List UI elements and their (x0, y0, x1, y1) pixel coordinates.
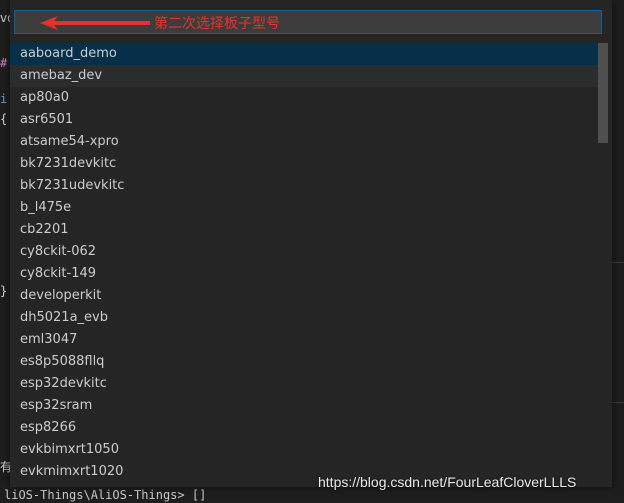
annotation-arrow-icon (40, 16, 150, 30)
terminal-fragment: 有 (0, 460, 10, 474)
quick-pick-item[interactable]: developerkit (10, 285, 608, 307)
quick-pick-item[interactable]: asr6501 (10, 109, 608, 131)
quick-pick-item[interactable]: bk7231devkitc (10, 153, 608, 175)
code-fragment-i: i (0, 92, 8, 106)
quick-pick-item[interactable]: aaboard_demo (10, 43, 608, 65)
quick-pick-item[interactable]: esp32sram (10, 395, 608, 417)
quick-pick-item[interactable]: esp8266 (10, 417, 608, 439)
code-fragment-open-brace: { (0, 112, 8, 126)
quick-pick-item[interactable]: esp32devkitc (10, 373, 608, 395)
quick-pick-item[interactable]: amebaz_dev (10, 65, 608, 87)
panel-divider (612, 262, 624, 263)
quick-pick-item[interactable]: bk7231udevkitc (10, 175, 608, 197)
quick-pick-list: aaboard_demo amebaz_dev ap80a0 asr6501 atsam… (10, 43, 608, 483)
quick-pick-item[interactable]: cb2201 (10, 219, 608, 241)
panel-divider (612, 402, 624, 403)
quick-pick-item[interactable]: evkbimxrt1050 (10, 439, 608, 461)
quick-pick-item[interactable]: ap80a0 (10, 87, 608, 109)
code-fragment-hash: # (0, 56, 8, 70)
annotation-label: 第二次选择板子型号 (154, 16, 280, 32)
code-fragment-close-brace: } (0, 284, 8, 298)
quick-pick-item[interactable]: cy8ckit-149 (10, 263, 608, 285)
quick-pick-item[interactable]: dh5021a_evb (10, 307, 608, 329)
watermark: https://blog.csdn.net/FourLeafCloverLLLS (318, 474, 577, 490)
quick-pick-item[interactable]: b_l475e (10, 197, 608, 219)
scrollbar-thumb[interactable] (598, 43, 608, 143)
quick-pick-item[interactable]: es8p5088fllq (10, 351, 608, 373)
quick-pick-item[interactable]: cy8ckit-062 (10, 241, 608, 263)
quick-pick-widget: aaboard_demo amebaz_dev ap80a0 asr6501 atsam… (10, 0, 612, 487)
quick-pick-item[interactable]: eml3047 (10, 329, 608, 351)
quick-pick-item[interactable]: atsame54-xpro (10, 131, 608, 153)
